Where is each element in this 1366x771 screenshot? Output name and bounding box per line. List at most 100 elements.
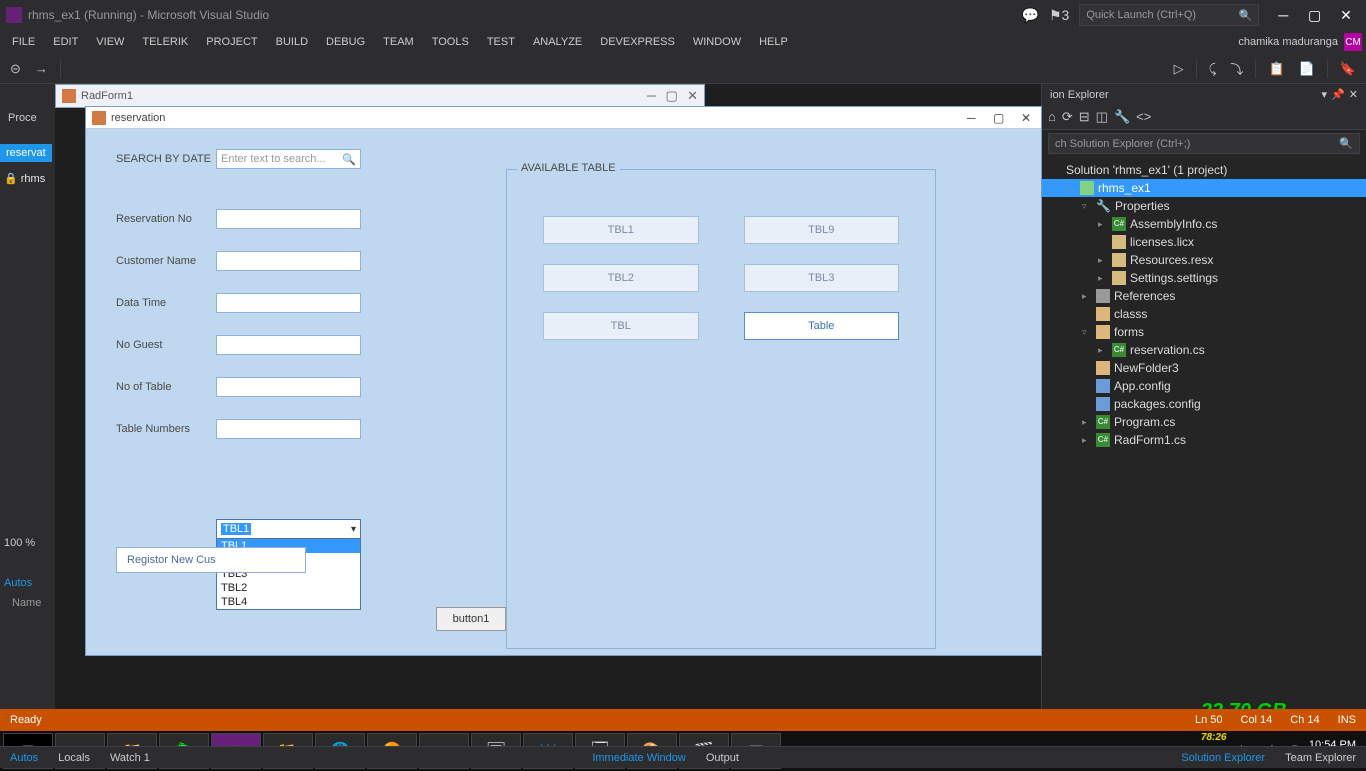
table-button-tbl3[interactable]: TBL3 xyxy=(744,264,900,292)
tab-output[interactable]: Output xyxy=(696,749,749,767)
continue-icon[interactable]: ▷ xyxy=(1170,59,1188,79)
table-button-tbl9[interactable]: TBL9 xyxy=(744,216,900,244)
home-icon[interactable]: ⌂ xyxy=(1048,109,1056,125)
radform1-window[interactable]: RadForm1 ─ ▢ ✕ xyxy=(55,84,705,108)
autos-panel-title[interactable]: Autos xyxy=(4,577,32,589)
refresh-icon[interactable]: ⟳ xyxy=(1062,109,1073,125)
show-all-icon[interactable]: ◫ xyxy=(1096,109,1108,125)
menu-analyze[interactable]: ANALYZE xyxy=(525,33,590,51)
combo-option[interactable]: TBL4 xyxy=(217,595,360,609)
user-avatar[interactable]: CM xyxy=(1344,33,1362,51)
forms-folder[interactable]: ▿forms xyxy=(1042,323,1366,341)
menu-project[interactable]: PROJECT xyxy=(198,33,265,51)
settings-node[interactable]: ▸Settings.settings xyxy=(1042,269,1366,287)
radform-close-button[interactable]: ✕ xyxy=(687,88,698,103)
tab-autos[interactable]: Autos xyxy=(0,749,48,767)
menu-file[interactable]: FILE xyxy=(4,33,43,51)
menu-team[interactable]: TEAM xyxy=(375,33,422,51)
solution-explorer-title: ion Explorer xyxy=(1050,89,1109,101)
reservation-cs[interactable]: ▸C#reservation.cs xyxy=(1042,341,1366,359)
user-name[interactable]: chamika maduranga xyxy=(1238,36,1338,48)
table-numbers-input[interactable] xyxy=(216,419,361,439)
tab-locals[interactable]: Locals xyxy=(48,749,100,767)
newfolder3[interactable]: NewFolder3 xyxy=(1042,359,1366,377)
assemblyinfo-node[interactable]: ▸C#AssemblyInfo.cs xyxy=(1042,215,1366,233)
resources-node[interactable]: ▸Resources.resx xyxy=(1042,251,1366,269)
status-ch: Ch 14 xyxy=(1290,714,1319,726)
radform1-cs[interactable]: ▸C#RadForm1.cs xyxy=(1042,431,1366,449)
table-button-tbl1[interactable]: TBL1 xyxy=(543,216,699,244)
status-ready: Ready xyxy=(10,714,42,726)
properties-node[interactable]: ▿🔧Properties xyxy=(1042,197,1366,215)
menu-devexpress[interactable]: DEVEXPRESS xyxy=(592,33,683,51)
customer-name-label: Customer Name xyxy=(116,255,216,267)
solution-search-input[interactable]: ch Solution Explorer (Ctrl+;)🔍 xyxy=(1048,133,1360,154)
menu-tools[interactable]: TOOLS xyxy=(424,33,477,51)
minimize-button[interactable]: ─ xyxy=(1269,7,1297,23)
table-button-tbl[interactable]: TBL xyxy=(543,312,699,340)
collapse-icon[interactable]: ⊟ xyxy=(1079,109,1090,125)
table-button-tbl2[interactable]: TBL2 xyxy=(543,264,699,292)
menu-test[interactable]: TEST xyxy=(479,33,523,51)
pin-icon[interactable]: 📌 xyxy=(1331,89,1345,101)
customer-name-input[interactable] xyxy=(216,251,361,271)
status-line: Ln 50 xyxy=(1195,714,1223,726)
tab-solution-explorer[interactable]: Solution Explorer xyxy=(1171,749,1275,767)
register-new-customer-button[interactable]: Registor New Cus xyxy=(116,547,306,573)
tab-team-explorer[interactable]: Team Explorer xyxy=(1275,749,1366,767)
view-code-icon[interactable]: <> xyxy=(1136,109,1151,125)
menu-telerik[interactable]: TELERIK xyxy=(134,33,196,51)
project-node[interactable]: ▿rhms_ex1 xyxy=(1042,179,1366,197)
classs-folder[interactable]: classs xyxy=(1042,305,1366,323)
copy-icon[interactable]: 📋 xyxy=(1264,59,1288,79)
solution-root[interactable]: Solution 'rhms_ex1' (1 project) xyxy=(1042,161,1366,179)
nav-fwd-icon[interactable]: → xyxy=(31,59,52,78)
properties-icon[interactable]: 🔧 xyxy=(1114,109,1130,125)
close-icon[interactable]: ✕ xyxy=(1349,89,1358,101)
reservation-close-button[interactable]: ✕ xyxy=(1017,110,1035,126)
button1-button[interactable]: button1 xyxy=(436,607,506,631)
no-table-input[interactable] xyxy=(216,377,361,397)
nav-back-icon[interactable]: ⊝ xyxy=(6,59,25,79)
no-guest-input[interactable] xyxy=(216,335,361,355)
appconfig-node[interactable]: App.config xyxy=(1042,377,1366,395)
radform-minimize-button[interactable]: ─ xyxy=(647,88,656,103)
menu-debug[interactable]: DEBUG xyxy=(318,33,373,51)
doc-tab-reservation[interactable]: reservat xyxy=(0,144,52,162)
search-icon: 🔍 xyxy=(342,153,356,166)
zoom-label[interactable]: 100 % xyxy=(4,537,35,549)
dropdown-icon[interactable]: ▾ xyxy=(1322,89,1328,101)
quick-launch-input[interactable]: Quick Launch (Ctrl+Q)🔍 xyxy=(1079,4,1259,26)
menu-edit[interactable]: EDIT xyxy=(45,33,86,51)
menu-view[interactable]: VIEW xyxy=(88,33,132,51)
reservation-maximize-button[interactable]: ▢ xyxy=(990,110,1008,126)
data-time-label: Data Time xyxy=(116,297,216,309)
bottom-tabs: Autos Locals Watch 1 Immediate Window Ou… xyxy=(0,746,1366,768)
combo-option[interactable]: TBL2 xyxy=(217,581,360,595)
table-button-table[interactable]: Table xyxy=(744,312,900,340)
step-icon[interactable]: ⤹ xyxy=(1205,59,1221,79)
maximize-button[interactable]: ▢ xyxy=(1301,7,1329,24)
tab-immediate[interactable]: Immediate Window xyxy=(582,749,696,767)
reservation-minimize-button[interactable]: ─ xyxy=(962,110,980,126)
references-node[interactable]: ▸References xyxy=(1042,287,1366,305)
packages-node[interactable]: packages.config xyxy=(1042,395,1366,413)
menu-help[interactable]: HELP xyxy=(751,33,796,51)
paste-icon[interactable]: 📄 xyxy=(1295,59,1319,79)
licenses-node[interactable]: licenses.licx xyxy=(1042,233,1366,251)
search-by-date-label: SEARCH BY DATE xyxy=(116,153,216,165)
data-time-input[interactable] xyxy=(216,293,361,313)
menu-build[interactable]: BUILD xyxy=(268,33,316,51)
search-icon: 🔍 xyxy=(1239,9,1253,22)
reservation-no-input[interactable] xyxy=(216,209,361,229)
chat-icon[interactable]: 💬 xyxy=(1022,7,1039,24)
close-button[interactable]: ✕ xyxy=(1332,7,1360,24)
tab-watch[interactable]: Watch 1 xyxy=(100,749,160,767)
search-by-date-input[interactable]: Enter text to search... 🔍 xyxy=(216,149,361,169)
bookmark-icon[interactable]: 🔖 xyxy=(1336,59,1360,79)
menu-window[interactable]: WINDOW xyxy=(685,33,749,51)
program-cs[interactable]: ▸C#Program.cs xyxy=(1042,413,1366,431)
notifications-flag[interactable]: ⚑3 xyxy=(1049,7,1069,24)
step-over-icon[interactable]: ⤵ xyxy=(1226,57,1247,80)
radform-maximize-button[interactable]: ▢ xyxy=(665,88,677,103)
